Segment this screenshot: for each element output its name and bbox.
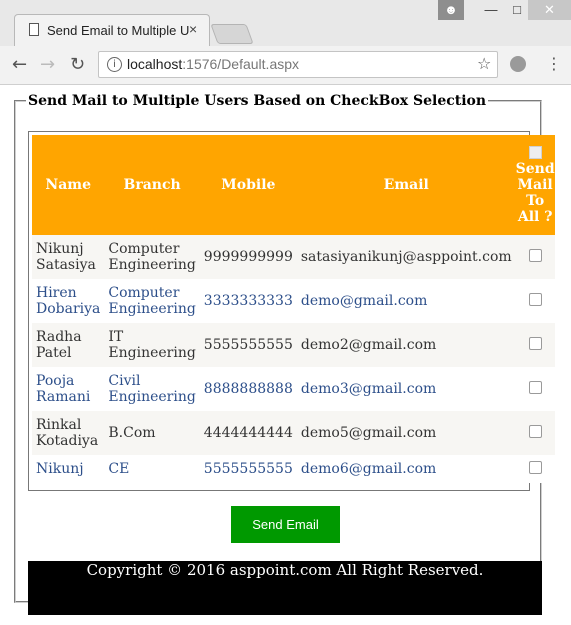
send-email-button[interactable]: Send Email	[231, 506, 340, 543]
users-grid: Name Branch Mobile Email Send Mail To Al…	[28, 131, 555, 491]
cell-mobile: 5555555555	[199, 323, 297, 367]
table-row: Pooja Ramani Civil Engineering 888888888…	[32, 367, 555, 411]
cell-name: Hiren Dobariya	[32, 279, 105, 323]
row-checkbox[interactable]	[528, 336, 542, 350]
table-row: Nikunj Satasiya Computer Engineering 999…	[32, 235, 555, 279]
fieldset-legend: Send Mail to Multiple Users Based on Che…	[28, 93, 487, 109]
menu-icon[interactable]: ⋮	[546, 54, 562, 73]
cell-branch: IT Engineering	[104, 323, 200, 367]
cell-mobile: 9999999999	[199, 235, 297, 279]
cell-email: satasiyanikunj@asppoint.com	[296, 235, 516, 279]
title-bar: Send Email to Multiple U × ☻ — □ ✕	[0, 0, 571, 46]
cell-checkbox	[515, 279, 555, 323]
cell-name: Rinkal Kotadiya	[32, 411, 105, 455]
cell-mobile: 8888888888	[199, 367, 297, 411]
cell-checkbox	[515, 367, 555, 411]
cell-email: demo5@gmail.com	[296, 411, 516, 455]
table-row: Radha Patel IT Engineering 5555555555 de…	[32, 323, 555, 367]
minimize-icon[interactable]: —	[478, 0, 504, 20]
browser-toolbar: ← → ↻ i localhost:1576/Default.aspx ☆ ⋮	[0, 46, 571, 85]
tab-close-icon[interactable]: ×	[189, 21, 197, 37]
cell-branch: Computer Engineering	[104, 235, 200, 279]
cell-email: demo@gmail.com	[296, 279, 516, 323]
table-row: Rinkal Kotadiya B.Com 4444444444 demo5@g…	[32, 411, 555, 455]
col-branch: Branch	[104, 135, 200, 235]
col-mobile: Mobile	[199, 135, 297, 235]
extension-icon[interactable]	[510, 56, 526, 72]
cell-branch: B.Com	[104, 411, 200, 455]
select-all-checkbox[interactable]	[528, 145, 542, 159]
cell-name: Nikunj	[32, 455, 105, 483]
cell-mobile: 4444444444	[199, 411, 297, 455]
row-checkbox[interactable]	[528, 460, 542, 474]
cell-branch: Computer Engineering	[104, 279, 200, 323]
info-icon[interactable]: i	[107, 57, 122, 72]
cell-name: Pooja Ramani	[32, 367, 105, 411]
page-icon	[29, 23, 39, 36]
cell-name: Nikunj Satasiya	[32, 235, 105, 279]
address-bar[interactable]: i localhost:1576/Default.aspx ☆	[98, 51, 498, 78]
cell-checkbox	[515, 411, 555, 455]
cell-email: demo6@gmail.com	[296, 455, 516, 483]
tab-title: Send Email to Multiple U	[47, 23, 190, 38]
back-icon[interactable]: ←	[12, 54, 27, 75]
user-icon[interactable]: ☻	[438, 0, 464, 20]
page-footer: Copyright © 2016 asppoint.com All Right …	[28, 561, 542, 615]
forward-icon[interactable]: →	[40, 54, 55, 75]
table-row: Hiren Dobariya Computer Engineering 3333…	[32, 279, 555, 323]
close-window-icon[interactable]: ✕	[528, 0, 571, 20]
cell-checkbox	[515, 455, 555, 483]
row-checkbox[interactable]	[528, 292, 542, 306]
browser-tab[interactable]: Send Email to Multiple U ×	[14, 14, 210, 46]
users-table: Name Branch Mobile Email Send Mail To Al…	[32, 135, 555, 483]
col-send-all: Send Mail To All ?	[515, 135, 555, 235]
cell-branch: Civil Engineering	[104, 367, 200, 411]
row-checkbox[interactable]	[528, 380, 542, 394]
cell-name: Radha Patel	[32, 323, 105, 367]
cell-branch: CE	[104, 455, 200, 483]
url-text: localhost:1576/Default.aspx	[127, 56, 300, 72]
cell-mobile: 3333333333	[199, 279, 297, 323]
table-row: Nikunj CE 5555555555 demo6@gmail.com	[32, 455, 555, 483]
page-viewport: Send Mail to Multiple Users Based on Che…	[0, 85, 571, 625]
cell-mobile: 5555555555	[199, 455, 297, 483]
col-name: Name	[32, 135, 105, 235]
maximize-icon[interactable]: □	[504, 0, 530, 20]
cell-email: demo2@gmail.com	[296, 323, 516, 367]
row-checkbox[interactable]	[528, 248, 542, 262]
send-all-label: Send Mail To All ?	[515, 160, 555, 225]
cell-checkbox	[515, 235, 555, 279]
row-checkbox[interactable]	[528, 424, 542, 438]
bookmark-star-icon[interactable]: ☆	[477, 54, 491, 73]
cell-checkbox	[515, 323, 555, 367]
reload-icon[interactable]: ↻	[70, 54, 85, 75]
col-email: Email	[296, 135, 516, 235]
cell-email: demo3@gmail.com	[296, 367, 516, 411]
mail-fieldset: Send Mail to Multiple Users Based on Che…	[14, 93, 555, 615]
new-tab-button[interactable]	[210, 24, 254, 44]
